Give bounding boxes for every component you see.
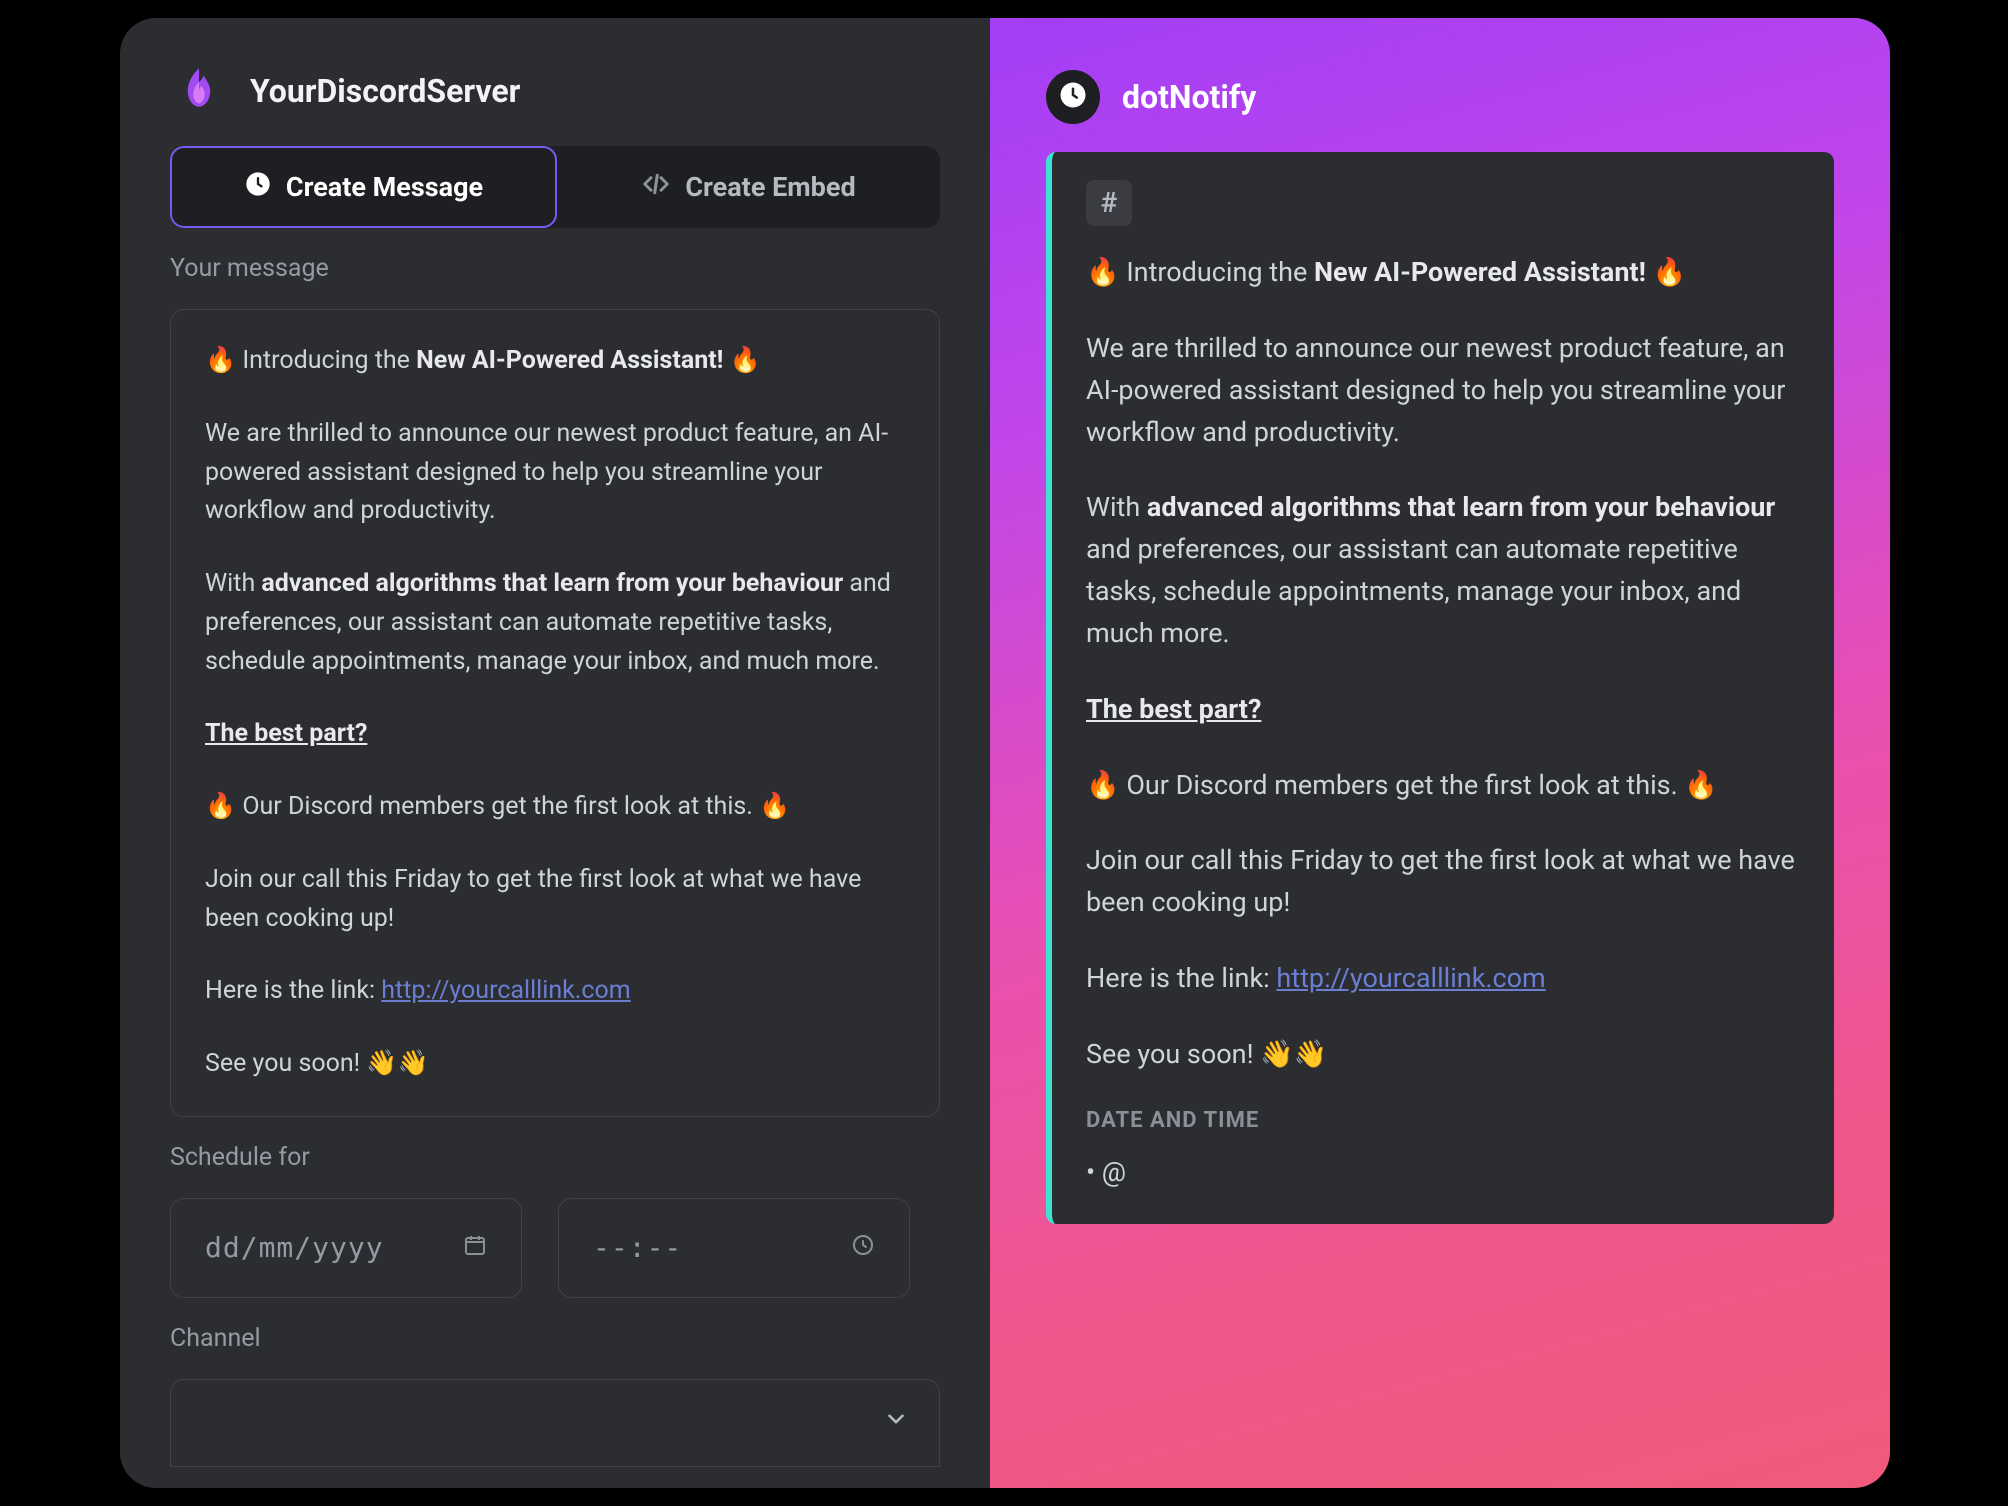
- preview-call-link[interactable]: http://yourcalllink.com: [1276, 962, 1545, 994]
- mode-tabs: Create Message Create Embed: [170, 146, 940, 228]
- time-input[interactable]: --:--: [558, 1198, 910, 1298]
- time-placeholder: --:--: [593, 1231, 682, 1264]
- preview-card: # 🔥 Introducing the New AI-Powered Assis…: [1046, 152, 1834, 1224]
- schedule-row: dd/mm/yyyy --:--: [170, 1198, 940, 1298]
- schedule-for-label: Schedule for: [170, 1143, 940, 1172]
- chevron-down-icon: [883, 1406, 909, 1439]
- app-window: YourDiscordServer Create Message: [120, 18, 1890, 1488]
- preview-avatar: [1046, 70, 1100, 124]
- tab-create-message-label: Create Message: [286, 171, 483, 203]
- date-time-value: • @: [1086, 1152, 1800, 1194]
- preview-header: dotNotify: [1046, 70, 1834, 124]
- tab-create-message[interactable]: Create Message: [170, 146, 557, 228]
- channel-select[interactable]: [170, 1379, 940, 1467]
- date-placeholder: dd/mm/yyyy: [205, 1231, 384, 1264]
- server-name: YourDiscordServer: [250, 72, 520, 110]
- channel-label: Channel: [170, 1324, 940, 1353]
- date-time-heading: DATE AND TIME: [1086, 1104, 1800, 1138]
- clock-icon: [1058, 80, 1088, 114]
- channel-hash-chip: #: [1086, 180, 1132, 226]
- preview-username: dotNotify: [1122, 78, 1256, 116]
- clock-icon: [244, 170, 272, 205]
- code-icon: [641, 169, 671, 206]
- calendar-icon: [463, 1231, 487, 1264]
- tab-create-embed-label: Create Embed: [685, 171, 855, 203]
- server-header: YourDiscordServer: [170, 62, 940, 120]
- server-fire-icon: [170, 62, 228, 120]
- tab-create-embed[interactable]: Create Embed: [557, 146, 940, 228]
- editor-panel: YourDiscordServer Create Message: [120, 18, 990, 1488]
- call-link[interactable]: http://yourcalllink.com: [381, 976, 630, 1005]
- your-message-label: Your message: [170, 254, 940, 283]
- preview-panel: dotNotify # 🔥 Introducing the New AI-Pow…: [990, 18, 1890, 1488]
- clock-outline-icon: [851, 1231, 875, 1264]
- date-input[interactable]: dd/mm/yyyy: [170, 1198, 522, 1298]
- message-textarea[interactable]: 🔥 Introducing the New AI-Powered Assista…: [170, 309, 940, 1117]
